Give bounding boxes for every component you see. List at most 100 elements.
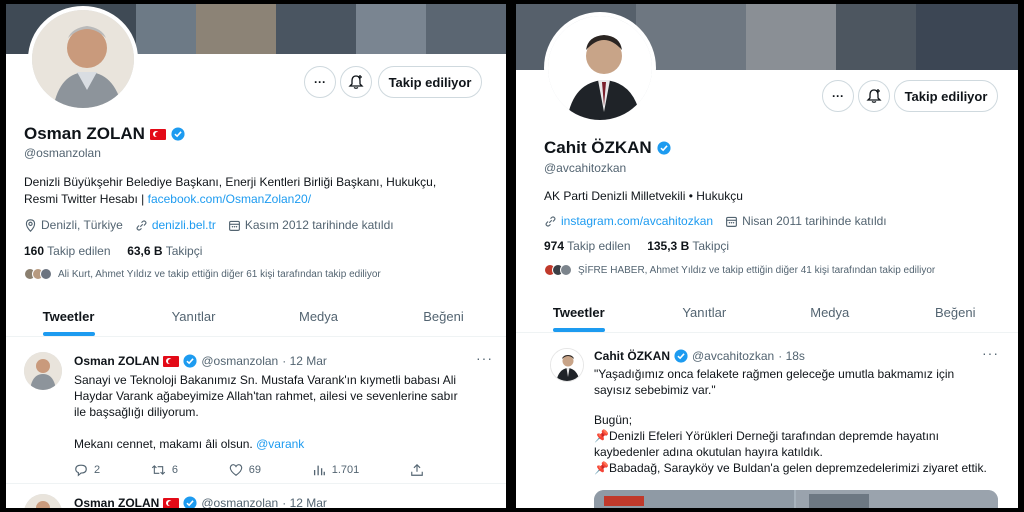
- share-button[interactable]: [410, 463, 424, 477]
- pushpin-icon: 📌: [594, 461, 609, 475]
- following-button[interactable]: Takip ediliyor: [894, 80, 998, 112]
- following-label: Takip edilen: [567, 239, 631, 253]
- profile-location: Denizli, Türkiye: [41, 218, 123, 232]
- profile-name-text: Cahit ÖZKAN: [544, 138, 652, 157]
- verified-badge-icon: [183, 354, 197, 368]
- tweet-time[interactable]: · 12 Mar: [282, 354, 327, 368]
- more-options-button[interactable]: ···: [822, 80, 854, 112]
- tab-replies[interactable]: Yanıtlar: [642, 293, 768, 332]
- more-icon: ···: [832, 89, 844, 103]
- tweet-author-avatar[interactable]: [550, 348, 584, 382]
- profile-counts: 160 Takip edilen 63,6 B Takipçi: [24, 244, 202, 258]
- calendar-icon: [726, 216, 738, 227]
- pushpin-icon: 📌: [594, 429, 609, 443]
- analytics-icon: [313, 465, 325, 476]
- like-button[interactable]: 69: [229, 463, 261, 477]
- tweet-header: Osman ZOLAN @osmanzolan · 12 Mar: [74, 496, 327, 508]
- reply-button[interactable]: 2: [74, 463, 100, 477]
- profile-bio: AK Parti Denizli Milletvekili • Hukukçu: [544, 189, 743, 203]
- tweet-text: "Yaşadığımız onca felakete rağmen gelece…: [594, 366, 1004, 476]
- followers-count: 63,6 B: [127, 244, 163, 258]
- following-count: 160: [24, 244, 45, 258]
- followers-label: Takipçi: [692, 239, 730, 253]
- tweet-author-avatar[interactable]: [24, 352, 62, 390]
- following-count-link[interactable]: 160 Takip edilen: [24, 244, 111, 258]
- tweet-time[interactable]: · 18s: [778, 349, 805, 363]
- followers-count-link[interactable]: 63,6 B Takipçi: [127, 244, 202, 258]
- profile-counts: 974 Takip edilen 135,3 B Takipçi: [544, 239, 729, 253]
- profile-avatar[interactable]: [28, 6, 138, 112]
- tweet-item[interactable]: Cahit ÖZKAN @avcahitozkan · 18s ··· "Yaş…: [516, 340, 1018, 508]
- known-followers[interactable]: Ali Kurt, Ahmet Yıldız ve takip ettiğin …: [24, 268, 381, 280]
- followers-label: Takipçi: [165, 244, 203, 258]
- tweet-author-handle[interactable]: @osmanzolan: [201, 354, 278, 368]
- tweet-text-line: Mekanı cennet, makamı âli olsun.: [74, 437, 257, 451]
- tab-media[interactable]: Medya: [767, 293, 893, 332]
- tweet-author-handle[interactable]: @osmanzolan: [201, 496, 278, 508]
- following-count-link[interactable]: 974 Takip edilen: [544, 239, 631, 253]
- profile-tabs: Tweetler Yanıtlar Medya Beğeni: [6, 297, 506, 337]
- notifications-button[interactable]: [858, 80, 890, 112]
- calendar-icon: [228, 220, 240, 231]
- tweet-author-handle[interactable]: @avcahitozkan: [692, 349, 774, 363]
- tweet-actions: 2 6 69 1.701: [74, 463, 424, 477]
- tweet-mention-link[interactable]: @varank: [256, 437, 304, 451]
- known-followers-avatars: [544, 264, 572, 276]
- right-profile-panel: ··· Takip ediliyor Cahit ÖZKAN @avcahito…: [516, 4, 1018, 508]
- tweet-author-avatar[interactable]: [24, 494, 62, 508]
- profile-tabs: Tweetler Yanıtlar Medya Beğeni: [516, 293, 1018, 333]
- following-button[interactable]: Takip ediliyor: [378, 66, 482, 98]
- profile-avatar[interactable]: [544, 12, 656, 124]
- tweet-text-line: Bugün;: [594, 413, 633, 427]
- known-followers-text: ŞİFRE HABER, Ahmet Yıldız ve takip ettiğ…: [578, 264, 936, 276]
- tab-likes[interactable]: Beğeni: [893, 293, 1019, 332]
- following-count: 974: [544, 239, 565, 253]
- known-followers[interactable]: ŞİFRE HABER, Ahmet Yıldız ve takip ettiğ…: [544, 264, 935, 276]
- more-icon: ···: [314, 75, 326, 89]
- location-icon: [25, 218, 36, 232]
- profile-website-link[interactable]: instagram.com/avcahitozkan: [561, 214, 713, 228]
- tweet-more-icon[interactable]: ···: [982, 345, 999, 361]
- tweet-text-line: Babadağ, Sarayköy ve Buldan'a gelen depr…: [608, 461, 987, 475]
- tweet-item[interactable]: Osman ZOLAN @osmanzolan · 12 Mar: [6, 486, 506, 508]
- tweet-item[interactable]: Osman ZOLAN @osmanzolan · 12 Mar ··· San…: [6, 344, 506, 484]
- tweet-author-name[interactable]: Osman ZOLAN: [74, 354, 159, 368]
- retweet-button[interactable]: 6: [151, 463, 178, 477]
- retweet-count: 6: [171, 464, 178, 476]
- profile-website-link[interactable]: denizli.bel.tr: [152, 218, 216, 232]
- tab-likes[interactable]: Beğeni: [381, 297, 506, 336]
- verified-badge-icon: [183, 496, 197, 508]
- followers-count-link[interactable]: 135,3 B Takipçi: [647, 239, 729, 253]
- heart-icon: [229, 464, 242, 476]
- tweet-author-name[interactable]: Osman ZOLAN: [74, 496, 159, 508]
- tweet-text: Sanayi ve Teknoloji Bakanımız Sn. Mustaf…: [74, 372, 494, 452]
- tab-tweets[interactable]: Tweetler: [6, 297, 131, 336]
- tab-media[interactable]: Medya: [256, 297, 381, 336]
- tweet-media[interactable]: [594, 490, 998, 508]
- turkey-flag-icon: [163, 355, 180, 367]
- reply-count: 2: [94, 464, 101, 476]
- notifications-button[interactable]: [340, 66, 372, 98]
- tab-replies[interactable]: Yanıtlar: [131, 297, 256, 336]
- tweet-time[interactable]: · 12 Mar: [282, 496, 327, 508]
- profile-meta: Denizli, Türkiye denizli.bel.tr Kasım 20…: [24, 218, 394, 232]
- verified-badge-icon: [171, 127, 185, 141]
- tweet-text-line: kaybedenler adına okutulan hayıra katıld…: [594, 445, 823, 459]
- turkey-flag-icon: [163, 497, 180, 508]
- bio-line-1: Denizli Büyükşehir Belediye Başkanı, Ene…: [24, 175, 437, 189]
- profile-joined-date: Kasım 2012 tarihinde katıldı: [244, 218, 394, 232]
- profile-meta: instagram.com/avcahitozkan Nisan 2011 ta…: [544, 214, 887, 228]
- views-button[interactable]: 1.701: [312, 463, 359, 477]
- known-followers-avatars: [24, 268, 52, 280]
- followers-count: 135,3 B: [647, 239, 690, 253]
- tweet-more-icon[interactable]: ···: [476, 350, 493, 366]
- tweet-author-name[interactable]: Cahit ÖZKAN: [594, 349, 670, 363]
- profile-name: Cahit ÖZKAN: [544, 138, 671, 158]
- bio-link[interactable]: facebook.com/OsmanZolan20/: [148, 192, 311, 206]
- profile-joined-date: Nisan 2011 tarihinde katıldı: [742, 214, 887, 228]
- more-options-button[interactable]: ···: [304, 66, 336, 98]
- turkey-flag-icon: [149, 128, 166, 140]
- tab-tweets[interactable]: Tweetler: [516, 293, 642, 332]
- tweet-text-line: ile başsağlığı diliyorum.: [74, 405, 199, 419]
- profile-name-text: Osman ZOLAN: [24, 124, 145, 143]
